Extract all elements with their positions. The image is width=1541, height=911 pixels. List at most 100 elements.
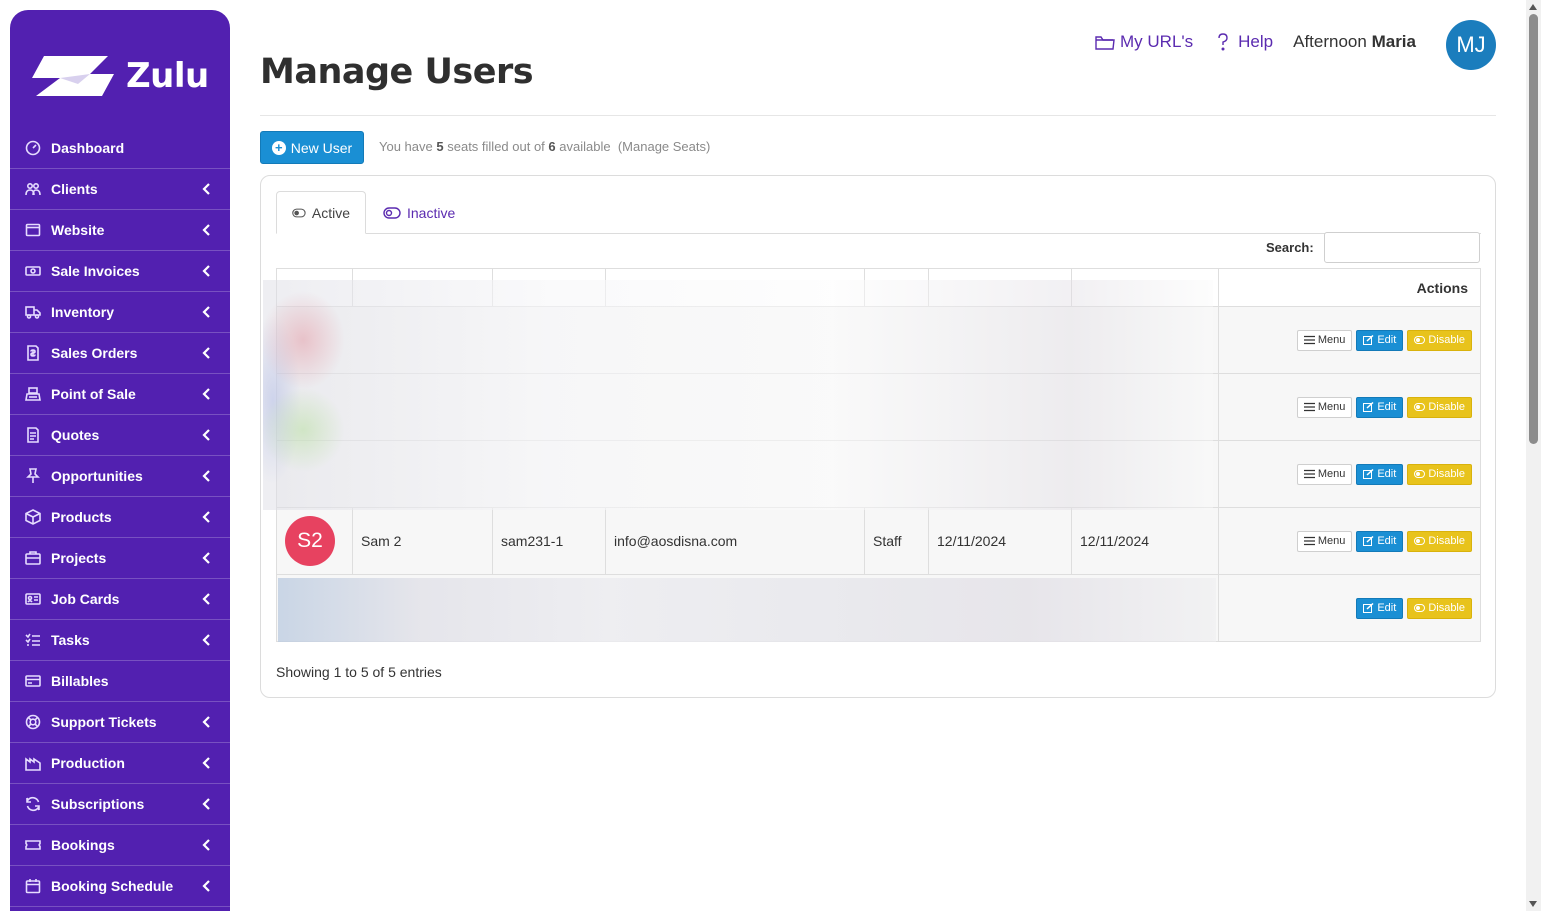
row-avatar: S2 <box>285 516 335 566</box>
sidebar-item-label: Website <box>51 222 105 238</box>
chevron-left-icon[interactable] <box>200 756 214 770</box>
edit-button[interactable]: Edit <box>1356 396 1404 418</box>
menu-button[interactable]: Menu <box>1296 329 1353 351</box>
chevron-left-icon[interactable] <box>200 633 214 647</box>
sidebar-item-support-tickets[interactable]: Support Tickets <box>10 702 230 743</box>
my-urls-label: My URL's <box>1120 32 1194 51</box>
brand-logo[interactable]: Zulu <box>30 50 210 102</box>
chevron-left-icon[interactable] <box>200 715 214 729</box>
menu-button-label: Menu <box>1317 535 1346 547</box>
brand-name: Zulu <box>126 56 209 96</box>
chevron-left-icon[interactable] <box>200 387 214 401</box>
disable-button-label: Disable <box>1428 468 1465 480</box>
sidebar-item-clients[interactable]: Clients <box>10 169 230 210</box>
my-urls-link[interactable]: My URL's <box>1095 32 1193 52</box>
disable-button[interactable]: Disable <box>1407 329 1472 351</box>
tab-active[interactable]: Active <box>276 191 366 234</box>
new-user-button[interactable]: + New User <box>260 131 364 164</box>
sidebar-item-bookings[interactable]: Bookings <box>10 825 230 866</box>
sidebar-item-quotes[interactable]: Quotes <box>10 415 230 456</box>
menu-button[interactable]: Menu <box>1296 396 1353 418</box>
disable-button[interactable]: Disable <box>1407 530 1472 552</box>
register-icon <box>24 385 42 403</box>
refresh-icon <box>24 795 42 813</box>
chevron-left-icon[interactable] <box>200 346 214 360</box>
manage-seats-link[interactable]: (Manage Seats) <box>618 139 711 154</box>
email-cell: info@aosdisna.com <box>605 507 865 575</box>
role-cell: Staff <box>864 507 929 575</box>
toggle-icon <box>1414 403 1426 411</box>
sidebar-item-job-cards[interactable]: Job Cards <box>10 579 230 620</box>
disable-button[interactable]: Disable <box>1407 396 1472 418</box>
help-link[interactable]: Help <box>1213 32 1273 52</box>
menu-button[interactable]: Menu <box>1296 463 1353 485</box>
sidebar-item-label: Job Cards <box>51 591 120 607</box>
chevron-left-icon[interactable] <box>200 879 214 893</box>
edit-button[interactable]: Edit <box>1356 597 1404 619</box>
calendar-icon <box>24 877 42 895</box>
chevron-left-icon[interactable] <box>200 223 214 237</box>
user-avatar[interactable]: MJ <box>1446 20 1496 70</box>
edit-button[interactable]: Edit <box>1356 329 1404 351</box>
sidebar-item-inventory[interactable]: Inventory <box>10 292 230 333</box>
edit-icon <box>1363 603 1374 613</box>
sidebar-item-website[interactable]: Website <box>10 210 230 251</box>
edit-button-label: Edit <box>1377 535 1397 547</box>
hamburger-icon <box>1303 335 1315 345</box>
lifebuoy-icon <box>24 713 42 731</box>
sidebar-item-sale-invoices[interactable]: Sale Invoices <box>10 251 230 292</box>
chevron-left-icon[interactable] <box>200 264 214 278</box>
search-input[interactable] <box>1324 232 1480 263</box>
scroll-down-arrow[interactable] <box>1529 901 1537 907</box>
hamburger-icon <box>1303 402 1315 412</box>
actions-cell: Menu Edit Disable <box>1218 306 1481 374</box>
edit-button[interactable]: Edit <box>1356 530 1404 552</box>
sidebar-item-products[interactable]: Products <box>10 497 230 538</box>
seats-mid: seats filled out of <box>447 139 545 154</box>
sidebar-item-sales-orders[interactable]: Sales Orders <box>10 333 230 374</box>
menu-button[interactable]: Menu <box>1296 530 1353 552</box>
sidebar-item-point-of-sale[interactable]: Point of Sale <box>10 374 230 415</box>
chevron-left-icon[interactable] <box>200 510 214 524</box>
sidebar-item-label: Support Tickets <box>51 714 157 730</box>
chevron-left-icon[interactable] <box>200 592 214 606</box>
list-icon <box>24 631 42 649</box>
page-title: Manage Users <box>260 52 534 92</box>
edit-button-label: Edit <box>1377 468 1397 480</box>
page-scrollbar[interactable] <box>1526 0 1541 911</box>
sidebar-item-booking-schedule[interactable]: Booking Schedule <box>10 866 230 907</box>
sidebar-item-projects[interactable]: Projects <box>10 538 230 579</box>
disable-button[interactable]: Disable <box>1407 463 1472 485</box>
chevron-left-icon[interactable] <box>200 797 214 811</box>
greeting: Afternoon Maria <box>1293 32 1416 52</box>
scroll-thumb[interactable] <box>1529 14 1538 444</box>
sidebar-item-label: Opportunities <box>51 468 143 484</box>
seats-total: 6 <box>548 139 556 154</box>
sidebar-item-subscriptions[interactable]: Subscriptions <box>10 784 230 825</box>
chevron-left-icon[interactable] <box>200 428 214 442</box>
chevron-left-icon[interactable] <box>200 551 214 565</box>
invoice-icon <box>24 262 42 280</box>
menu-button-label: Menu <box>1317 468 1346 480</box>
tab-inactive[interactable]: Inactive <box>368 191 470 234</box>
sidebar-item-label: Products <box>51 509 112 525</box>
sidebar-item-label: Point of Sale <box>51 386 136 402</box>
top-links: My URL's Help Afternoon Maria <box>1095 32 1416 52</box>
sidebar-item-dashboard[interactable]: Dashboard <box>10 128 230 169</box>
sidebar-item-production[interactable]: Production <box>10 743 230 784</box>
disable-button[interactable]: Disable <box>1407 597 1472 619</box>
card-icon <box>24 672 42 690</box>
sidebar-item-opportunities[interactable]: Opportunities <box>10 456 230 497</box>
seats-filled: 5 <box>436 139 444 154</box>
pin-icon <box>24 467 42 485</box>
question-icon <box>1218 33 1228 51</box>
name-cell: Sam 2 <box>352 507 493 575</box>
scroll-up-arrow[interactable] <box>1529 4 1537 10</box>
chevron-left-icon[interactable] <box>200 838 214 852</box>
sidebar-item-billables[interactable]: Billables <box>10 661 230 702</box>
chevron-left-icon[interactable] <box>200 305 214 319</box>
edit-button[interactable]: Edit <box>1356 463 1404 485</box>
sidebar-item-tasks[interactable]: Tasks <box>10 620 230 661</box>
chevron-left-icon[interactable] <box>200 182 214 196</box>
chevron-left-icon[interactable] <box>200 469 214 483</box>
